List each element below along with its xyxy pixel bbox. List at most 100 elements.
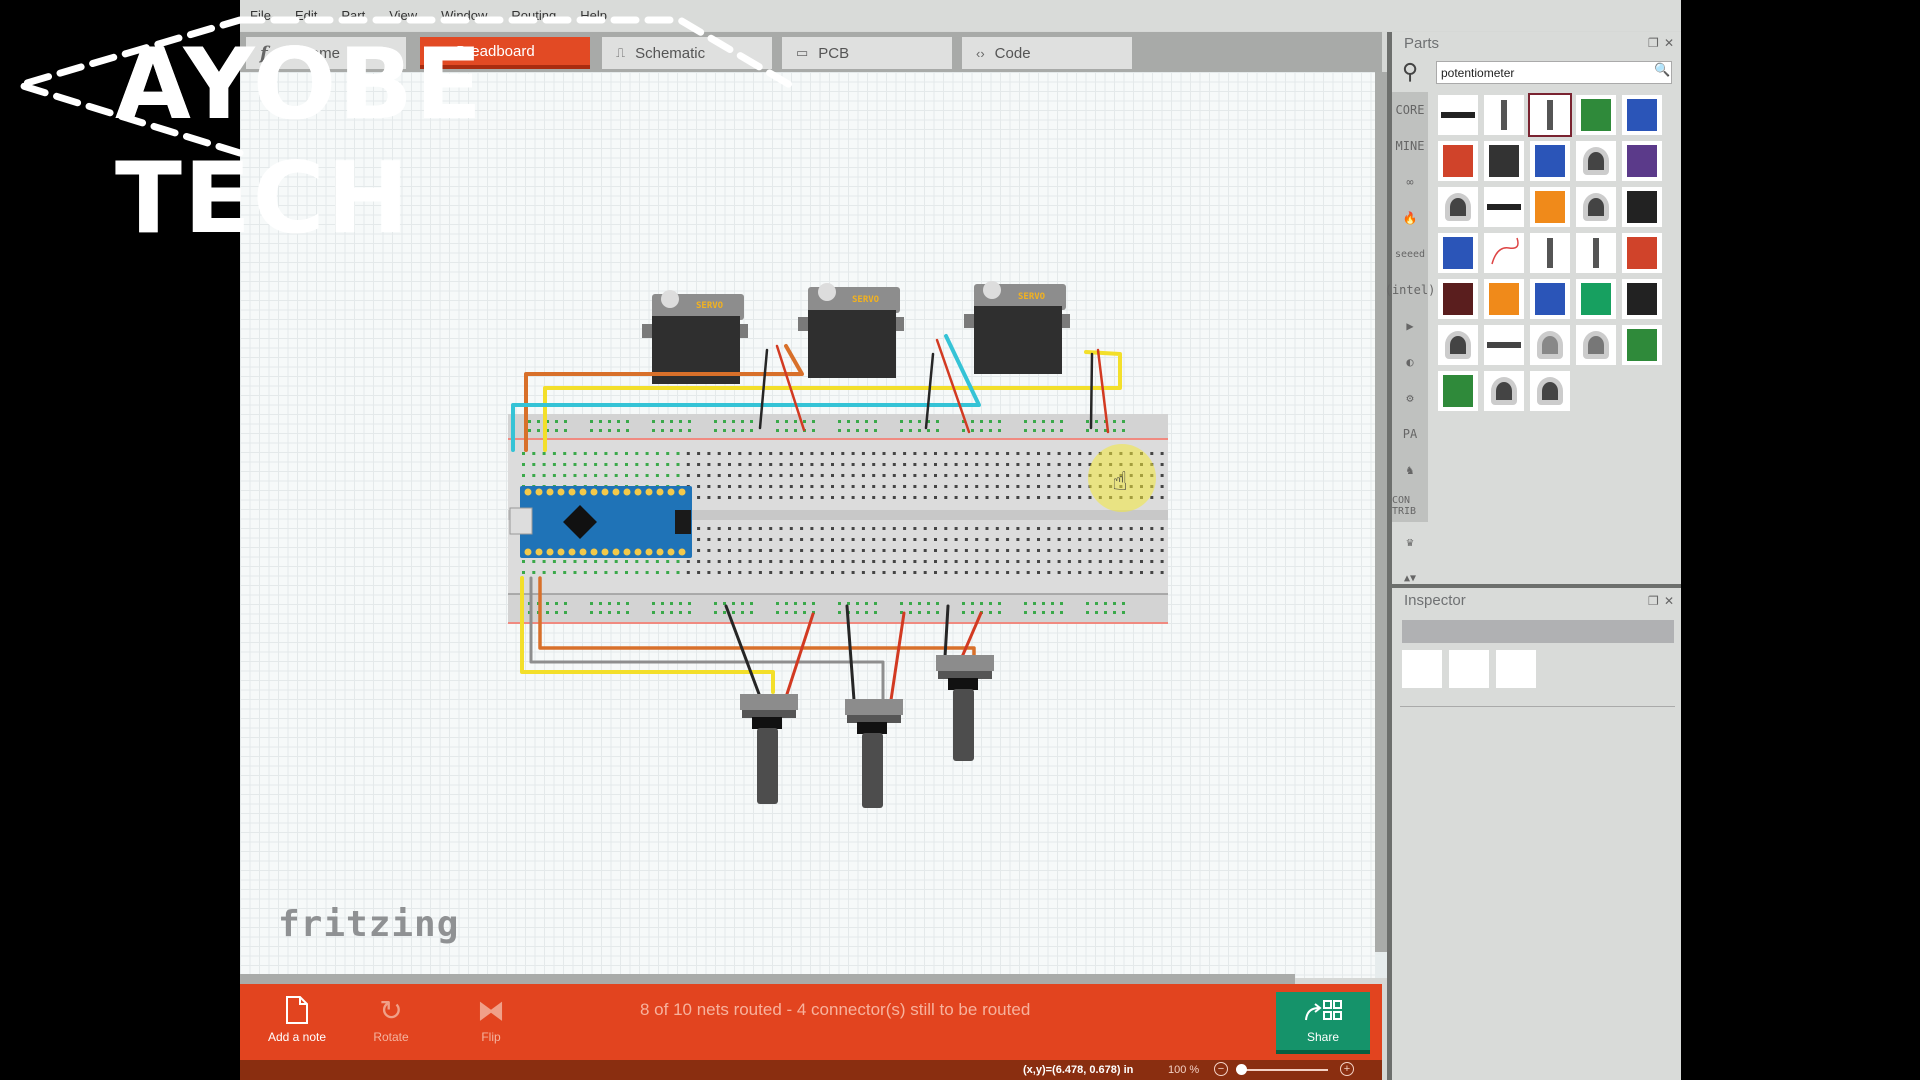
part-slide-pot-tall[interactable] xyxy=(1576,233,1616,273)
parts-search-input[interactable] xyxy=(1436,61,1672,84)
part-black-slide[interactable] xyxy=(1484,141,1524,181)
bin-core[interactable]: CORE xyxy=(1392,92,1428,128)
tie-hole xyxy=(717,452,721,455)
close-icon[interactable]: ✕ xyxy=(1664,36,1674,50)
servo-2[interactable]: SERVO xyxy=(798,283,904,378)
rotate-label: Rotate xyxy=(373,1030,409,1044)
part-green-breakout[interactable] xyxy=(1576,95,1616,135)
arduino-nano[interactable] xyxy=(509,486,692,558)
part-purple-board[interactable] xyxy=(1622,141,1662,181)
part-header-strip[interactable] xyxy=(1484,187,1524,227)
part-orange-trimpot[interactable] xyxy=(1530,187,1570,227)
hand-cursor-icon: ☝ xyxy=(1112,467,1128,497)
potentiometer-1[interactable] xyxy=(740,694,798,804)
bin-adafruit[interactable]: ⚙ xyxy=(1392,380,1428,416)
menu-help[interactable]: Help xyxy=(580,8,607,23)
part-green-breakout[interactable] xyxy=(1622,325,1662,365)
wire-red[interactable] xyxy=(889,611,906,702)
flex-sensor-icon xyxy=(1489,236,1519,270)
zoom-slider[interactable] xyxy=(1238,1069,1328,1071)
part-rotary-pot[interactable] xyxy=(1484,371,1524,411)
tab-welcome[interactable]: f Welcome xyxy=(246,37,406,69)
undock-icon[interactable]: ❐ xyxy=(1648,594,1659,608)
bin-pa[interactable]: PA xyxy=(1392,416,1428,452)
part-red-shield[interactable] xyxy=(1438,141,1478,181)
part-thin-slider[interactable] xyxy=(1484,325,1524,365)
part-blue-trimpot[interactable] xyxy=(1530,141,1570,181)
potentiometer-2[interactable] xyxy=(845,699,903,808)
share-button[interactable]: Share xyxy=(1276,992,1370,1054)
part-blue-trimpot[interactable] xyxy=(1530,279,1570,319)
breadboard-canvas[interactable]: SERVO SERVO SERVO ☝ fritzing xyxy=(240,72,1375,978)
tab-pcb[interactable]: ▭ PCB xyxy=(782,37,952,69)
add-note-button[interactable]: Add a note xyxy=(252,990,342,1044)
part-red-breakout[interactable] xyxy=(1622,233,1662,273)
bin-animal[interactable]: ♞ xyxy=(1392,452,1428,488)
servo-3[interactable]: SERVO xyxy=(964,281,1070,374)
part-header-strip[interactable] xyxy=(1438,95,1478,135)
undock-icon[interactable]: ❐ xyxy=(1648,36,1659,50)
bin-mine[interactable]: MINE xyxy=(1392,128,1428,164)
part-slide-pot-tall[interactable] xyxy=(1484,95,1524,135)
bin-intel[interactable]: (intel) xyxy=(1385,272,1436,308)
part-orange-trimpot[interactable] xyxy=(1484,279,1524,319)
menu-view[interactable]: View xyxy=(389,8,417,23)
bin-sparkfun[interactable]: 🔥 xyxy=(1392,200,1428,236)
tab-code[interactable]: ‹› Code xyxy=(962,37,1132,69)
menu-edit[interactable]: Edit xyxy=(295,8,317,23)
rail-hole xyxy=(750,611,753,614)
horizontal-scrollbar-thumb[interactable] xyxy=(240,974,1295,984)
part-blue-trimpot[interactable] xyxy=(1438,233,1478,273)
tab-schematic[interactable]: ⎍ Schematic xyxy=(602,37,772,69)
part-rotary-pot[interactable] xyxy=(1530,371,1570,411)
vertical-scrollbar-thumb[interactable] xyxy=(1375,72,1387,952)
servo-1[interactable]: SERVO xyxy=(642,290,748,384)
zoom-in-button[interactable]: + xyxy=(1340,1062,1354,1076)
part-rotary-pot[interactable] xyxy=(1576,141,1616,181)
wire-black[interactable] xyxy=(1089,352,1094,430)
search-icon[interactable]: ⚲ xyxy=(1402,60,1418,85)
part-slide-switch[interactable] xyxy=(1622,187,1662,227)
menu-routing[interactable]: Routing xyxy=(511,8,556,23)
part-rotary-pot[interactable] xyxy=(1438,187,1478,227)
tie-hole xyxy=(738,571,742,574)
part-gray-knob[interactable] xyxy=(1576,325,1616,365)
part-slide-pot-tall[interactable] xyxy=(1530,233,1570,273)
part-green-ic-board[interactable] xyxy=(1576,279,1616,319)
flip-button[interactable]: ⧓ Flip xyxy=(446,990,536,1045)
wire-red[interactable] xyxy=(785,612,815,696)
part-flex-sensor[interactable] xyxy=(1484,233,1524,273)
bin-snootlab[interactable]: ◐ xyxy=(1392,344,1428,380)
rail-hole xyxy=(1060,420,1063,423)
tie-hole xyxy=(522,463,525,466)
search-submit-icon[interactable]: 🔍 xyxy=(1654,63,1670,78)
tie-hole xyxy=(1129,560,1133,563)
part-lcd-board[interactable] xyxy=(1438,279,1478,319)
nano-pin xyxy=(524,548,532,556)
tie-hole xyxy=(1160,463,1164,466)
menu-window[interactable]: Window xyxy=(441,8,487,23)
tie-hole xyxy=(769,571,773,574)
menu-part[interactable]: Part xyxy=(341,8,365,23)
tab-breadboard[interactable]: ▦ Breadboard xyxy=(420,37,590,69)
bin-arduino[interactable]: ∞ xyxy=(1392,164,1428,200)
part-green-long-board[interactable] xyxy=(1438,371,1478,411)
bin-con-trib[interactable]: CON TRIB xyxy=(1392,488,1428,524)
status-bar: (x,y)=(6.478, 0.678) in 100 % − + xyxy=(240,1060,1382,1080)
menu-file[interactable]: File xyxy=(250,8,271,23)
bin-crown[interactable]: ♛ xyxy=(1392,524,1428,560)
close-icon[interactable]: ✕ xyxy=(1664,594,1674,608)
part-rotary-pot[interactable] xyxy=(1576,187,1616,227)
zoom-out-button[interactable]: − xyxy=(1214,1062,1228,1076)
rotate-button[interactable]: ↻ Rotate xyxy=(346,990,436,1045)
part-blue-trimpot[interactable] xyxy=(1622,95,1662,135)
zoom-slider-thumb[interactable] xyxy=(1236,1064,1247,1075)
bin-seeed[interactable]: seeed xyxy=(1392,236,1428,272)
potentiometer-3[interactable] xyxy=(936,655,994,761)
bin-play[interactable]: ▶ xyxy=(1392,308,1428,344)
part-slide-pot-selected[interactable] xyxy=(1528,93,1572,137)
rail-hole xyxy=(714,611,717,614)
part-knob-pot[interactable] xyxy=(1530,325,1570,365)
part-joystick[interactable] xyxy=(1622,279,1662,319)
part-rotary-pot[interactable] xyxy=(1438,325,1478,365)
